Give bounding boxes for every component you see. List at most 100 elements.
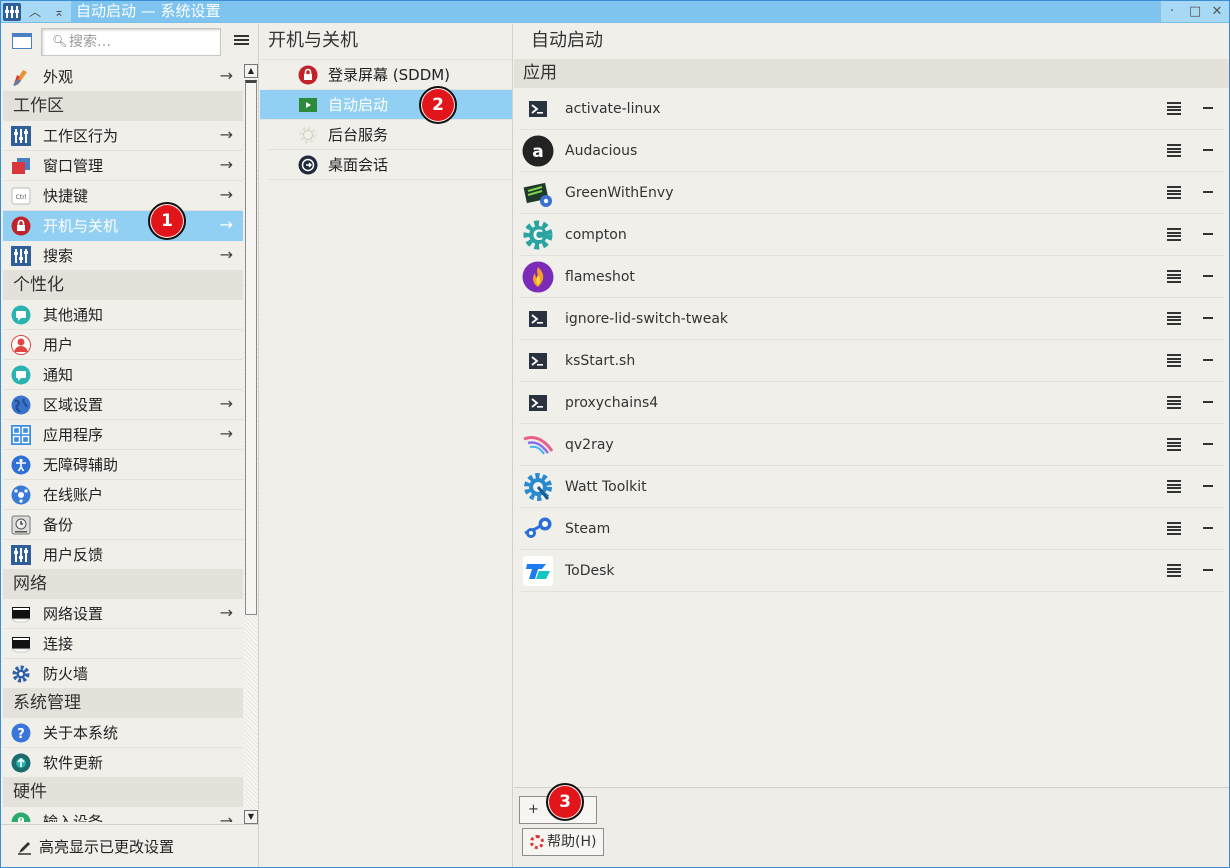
sidebar-item-13[interactable]: 无障碍辅助 — [3, 450, 243, 480]
remove-entry-icon[interactable] — [1203, 401, 1213, 403]
entry-menu-icon[interactable] — [1167, 522, 1181, 535]
sidebar-item-3[interactable]: 窗口管理 → — [3, 151, 243, 181]
sliders-icon — [11, 125, 31, 146]
watt-toolkit-icon — [522, 471, 554, 503]
sidebar-item-0[interactable]: 外观 → — [3, 62, 243, 92]
help-button-label: 帮助(H) — [547, 834, 597, 850]
close-button[interactable]: ✕ — [1209, 2, 1225, 22]
autostart-entry-proxychains4[interactable]: proxychains4 — [519, 382, 1224, 424]
sidebar-item-12[interactable]: 应用程序 → — [3, 420, 243, 450]
sidebar-item-19[interactable]: 连接 — [3, 629, 243, 659]
svg-text:a: a — [532, 142, 543, 162]
keep-below-icon[interactable]: ⌅ — [51, 3, 67, 21]
subcategory-item-3[interactable]: 桌面会话 — [268, 150, 512, 180]
minimize-button[interactable]: · — [1165, 2, 1179, 22]
autostart-entry-greenwithenvy[interactable]: GreenWithEnvy — [519, 172, 1224, 214]
remove-entry-icon[interactable] — [1203, 149, 1213, 151]
system-settings-app-icon[interactable] — [3, 3, 21, 21]
maximize-button[interactable]: □ — [1187, 2, 1203, 22]
entry-menu-icon[interactable] — [1167, 228, 1181, 241]
appearance-brush-icon — [11, 67, 31, 87]
sidebar-item-11[interactable]: 区域设置 → — [3, 390, 243, 420]
sidebar-item-25[interactable]: 输入设备 → — [3, 807, 243, 822]
sidebar-item-label: 输入设备 — [43, 813, 104, 822]
keep-above-icon[interactable]: ︿ — [27, 3, 43, 21]
autostart-entry-todesk[interactable]: ToDesk — [519, 550, 1224, 592]
autostart-entry-name: Watt Toolkit — [565, 478, 647, 495]
sidebar: 🔍︎ 外观 → 工作区工作区行为 → 窗口管理 → Ctrl 快捷键 → 开机与关机 → 搜索 → 个性化… — [1, 24, 259, 867]
entry-menu-icon[interactable] — [1167, 396, 1181, 409]
annotation-badge-2: 2 — [419, 86, 457, 124]
autostart-entry-name: Steam — [565, 520, 611, 537]
sidebar-item-18[interactable]: 网络设置 → — [3, 599, 243, 629]
autostart-entry-activate-linux[interactable]: activate-linux — [519, 88, 1224, 130]
entry-menu-icon[interactable] — [1167, 186, 1181, 199]
window-icon — [11, 156, 31, 176]
sidebar-item-9[interactable]: 用户 — [3, 330, 243, 360]
scroll-thumb[interactable] — [245, 80, 257, 615]
autostart-entry-audacious[interactable]: a Audacious — [519, 130, 1224, 172]
sidebar-item-2[interactable]: 工作区行为 → — [3, 121, 243, 151]
scroll-up-arrow-icon[interactable]: ▲ — [244, 64, 258, 78]
sidebar-item-8[interactable]: 其他通知 — [3, 300, 243, 330]
remove-entry-icon[interactable] — [1203, 359, 1213, 361]
sidebar-item-6[interactable]: 搜索 → — [3, 241, 243, 271]
help-button[interactable]: 帮助(H) — [522, 828, 604, 856]
remove-entry-icon[interactable] — [1203, 191, 1213, 193]
autostart-entry-compton[interactable]: Ccompton — [519, 214, 1224, 256]
sidebar-item-22[interactable]: ? 关于本系统 — [3, 718, 243, 748]
sidebar-item-label: 其他通知 — [43, 306, 104, 324]
autostart-entry-flameshot[interactable]: flameshot — [519, 256, 1224, 298]
autostart-entry-name: flameshot — [565, 268, 635, 285]
entry-menu-icon[interactable] — [1167, 144, 1181, 157]
sidebar-item-14[interactable]: 在线账户 — [3, 480, 243, 510]
sliders-icon — [11, 245, 31, 266]
subcategory-item-1[interactable]: 自动启动 — [260, 90, 512, 120]
folder-icon[interactable] — [12, 33, 32, 49]
subcategory-label: 后台服务 — [328, 126, 389, 144]
autostart-entry-watt-toolkit[interactable]: Watt Toolkit — [519, 466, 1224, 508]
entry-menu-icon[interactable] — [1167, 438, 1181, 451]
sidebar-item-20[interactable]: 防火墙 — [3, 659, 243, 689]
settings-window: ︿ ⌅ 自动启动 — 系统设置 · □ ✕ 🔍︎ 外观→工作区工作区行为→窗口管… — [0, 0, 1230, 868]
entry-menu-icon[interactable] — [1167, 564, 1181, 577]
remove-entry-icon[interactable] — [1203, 317, 1213, 319]
applications-section-header: 应用 — [514, 60, 1229, 88]
entry-menu-icon[interactable] — [1167, 270, 1181, 283]
subcategory-item-2[interactable]: 后台服务 — [268, 120, 512, 150]
sidebar-item-15[interactable]: 备份 — [3, 510, 243, 540]
remove-entry-icon[interactable] — [1203, 569, 1213, 571]
sidebar-item-label: 无障碍辅助 — [43, 456, 119, 474]
sidebar-item-label: 外观 — [43, 68, 74, 86]
entry-menu-icon[interactable] — [1167, 102, 1181, 115]
remove-entry-icon[interactable] — [1203, 527, 1213, 529]
entry-menu-icon[interactable] — [1167, 312, 1181, 325]
sidebar-item-label: 通知 — [43, 366, 74, 384]
search-box[interactable]: 🔍︎ — [41, 28, 221, 56]
remove-entry-icon[interactable] — [1203, 233, 1213, 235]
sidebar-item-16[interactable]: 用户反馈 — [3, 540, 243, 570]
sidebar-scrollbar[interactable]: ▲ ▼ — [244, 64, 258, 824]
autostart-entry-qv2ray[interactable]: qv2ray — [519, 424, 1224, 466]
remove-entry-icon[interactable] — [1203, 443, 1213, 445]
highlight-changed-settings-button[interactable]: 高亮显示已更改设置 — [1, 824, 258, 867]
sidebar-item-4[interactable]: Ctrl 快捷键 → — [3, 181, 243, 211]
sidebar-item-5[interactable]: 开机与关机 → — [3, 211, 243, 241]
autostart-entry-steam[interactable]: Steam — [519, 508, 1224, 550]
autostart-entry-ignore-lid-switch-tweak[interactable]: ignore-lid-switch-tweak — [519, 298, 1224, 340]
scroll-down-arrow-icon[interactable]: ▼ — [244, 810, 258, 824]
entry-menu-icon[interactable] — [1167, 354, 1181, 367]
remove-entry-icon[interactable] — [1203, 275, 1213, 277]
autostart-app-list: activate-linux a Audacious GreenWithEnvy Cco… — [514, 88, 1229, 592]
sidebar-item-10[interactable]: 通知 — [3, 360, 243, 390]
autostart-entry-ksstart-sh[interactable]: ksStart.sh — [519, 340, 1224, 382]
search-input[interactable] — [69, 32, 214, 52]
sidebar-item-23[interactable]: 软件更新 — [3, 748, 243, 778]
remove-entry-icon[interactable] — [1203, 107, 1213, 109]
entry-menu-icon[interactable] — [1167, 480, 1181, 493]
mouse-icon — [11, 812, 31, 822]
subcategory-item-0[interactable]: 登录屏幕 (SDDM) — [268, 60, 512, 90]
remove-entry-icon[interactable] — [1203, 485, 1213, 487]
hamburger-menu-icon[interactable] — [234, 35, 249, 49]
subcategory-label: 登录屏幕 (SDDM) — [328, 66, 451, 84]
